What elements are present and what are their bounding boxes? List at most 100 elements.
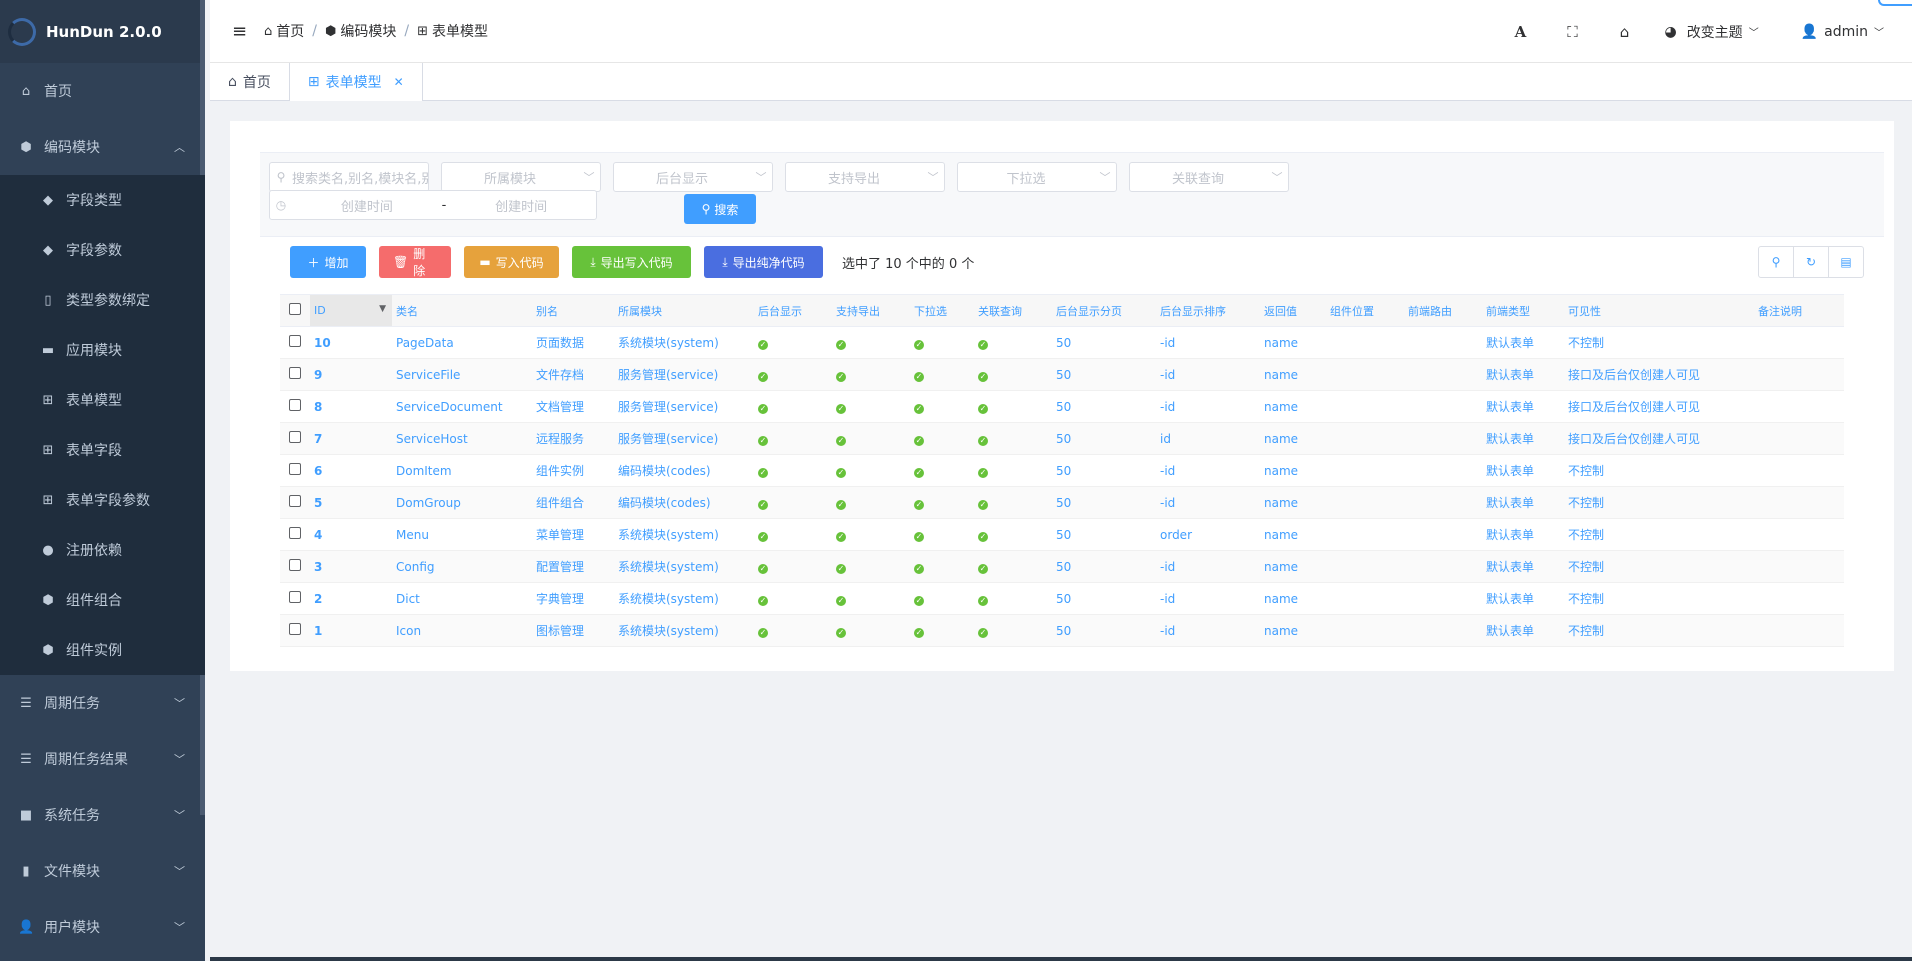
cell-alias[interactable]: 文档管理: [532, 390, 614, 423]
cell-id[interactable]: 5: [310, 486, 392, 519]
cell-page-size[interactable]: 50: [1052, 454, 1156, 487]
cell-page-size[interactable]: 50: [1052, 390, 1156, 423]
cell-page-size[interactable]: 50: [1052, 518, 1156, 551]
cell-ordering[interactable]: -id: [1156, 454, 1260, 487]
sidebar-item-form-models[interactable]: ⊞ 表单模型: [0, 375, 205, 425]
sidebar-item-periodic-tasks[interactable]: ☰ 周期任务 ﹀: [0, 675, 205, 731]
cell-ordering[interactable]: -id: [1156, 390, 1260, 423]
column-header[interactable]: 备注说明: [1754, 294, 1844, 327]
cell-module[interactable]: 编码模块(codes): [614, 486, 754, 519]
cell-class-name[interactable]: PageData: [392, 326, 532, 359]
column-header[interactable]: 别名: [532, 294, 614, 327]
hamburger-icon[interactable]: ≡: [232, 21, 248, 42]
export-pure-code-button[interactable]: ⤓ 导出纯净代码: [704, 246, 823, 278]
column-header[interactable]: 组件位置: [1326, 294, 1404, 327]
table-row[interactable]: 4 Menu 菜单管理 系统模块(system) ✓ ✓ ✓ ✓ 50 order name 默认表单…: [280, 518, 1844, 551]
column-header[interactable]: 类名: [392, 294, 532, 327]
home-icon[interactable]: ⌂: [1598, 23, 1650, 41]
fullscreen-icon[interactable]: ⛶: [1546, 23, 1598, 41]
sidebar-item-field-params[interactable]: ◆ 字段参数: [0, 225, 205, 275]
toggle-search-icon[interactable]: ⚲: [1758, 246, 1794, 278]
cell-class-name[interactable]: DomItem: [392, 454, 532, 487]
search-input[interactable]: ⚲ 搜索类名,别名,模块名,别名: [269, 162, 429, 192]
write-code-button[interactable]: ▬ 写入代码: [464, 246, 559, 278]
sidebar-item-field-types[interactable]: ◆ 字段类型: [0, 175, 205, 225]
cell-alias[interactable]: 图标管理: [532, 614, 614, 647]
sidebar-item-form-field-params[interactable]: ⊞ 表单字段参数: [0, 475, 205, 525]
cell-id[interactable]: 1: [310, 614, 392, 647]
column-header[interactable]: 前端路由: [1404, 294, 1482, 327]
cell-module[interactable]: 系统模块(system): [614, 614, 754, 647]
cell-id[interactable]: 7: [310, 422, 392, 455]
cell-page-size[interactable]: 50: [1052, 550, 1156, 583]
cell-class-name[interactable]: ServiceFile: [392, 358, 532, 391]
delete-button[interactable]: 🗑 删除: [379, 246, 451, 278]
table-row[interactable]: 2 Dict 字典管理 系统模块(system) ✓ ✓ ✓ ✓ 50 -id name 默认表单 不控…: [280, 582, 1844, 615]
dropdown-select[interactable]: 下拉选 ﹀: [957, 162, 1117, 192]
cell-alias[interactable]: 文件存档: [532, 358, 614, 391]
cell-visibility[interactable]: 接口及后台仅创建人可见: [1564, 390, 1754, 423]
sidebar-item-home[interactable]: ⌂ 首页: [0, 63, 205, 119]
cell-frontend-type[interactable]: 默认表单: [1482, 550, 1564, 583]
logo[interactable]: HunDun 2.0.0: [0, 0, 205, 63]
row-checkbox[interactable]: [280, 486, 310, 519]
cell-frontend-type[interactable]: 默认表单: [1482, 326, 1564, 359]
cell-frontend-type[interactable]: 默认表单: [1482, 518, 1564, 551]
sidebar-item-form-fields[interactable]: ⊞ 表单字段: [0, 425, 205, 475]
table-row[interactable]: 6 DomItem 组件实例 编码模块(codes) ✓ ✓ ✓ ✓ 50 -id name 默认表单…: [280, 454, 1844, 487]
cell-visibility[interactable]: 不控制: [1564, 486, 1754, 519]
row-checkbox[interactable]: [280, 358, 310, 391]
close-icon[interactable]: ✕: [394, 75, 404, 89]
sidebar-item-app-modules[interactable]: ▬ 应用模块: [0, 325, 205, 375]
cell-return-value[interactable]: name: [1260, 358, 1326, 391]
table-row[interactable]: 9 ServiceFile 文件存档 服务管理(service) ✓ ✓ ✓ ✓ 50 -id na…: [280, 358, 1844, 391]
cell-module[interactable]: 服务管理(service): [614, 358, 754, 391]
columns-icon[interactable]: ▤: [1828, 246, 1864, 278]
cell-frontend-type[interactable]: 默认表单: [1482, 422, 1564, 455]
search-button[interactable]: ⚲ 搜索: [684, 194, 756, 224]
cell-alias[interactable]: 页面数据: [532, 326, 614, 359]
cell-module[interactable]: 系统模块(system): [614, 326, 754, 359]
join-select[interactable]: 关联查询 ﹀: [1129, 162, 1289, 192]
cell-frontend-type[interactable]: 默认表单: [1482, 486, 1564, 519]
date-end[interactable]: 创建时间: [446, 196, 596, 215]
cell-module[interactable]: 系统模块(system): [614, 550, 754, 583]
column-header[interactable]: 返回值: [1260, 294, 1326, 327]
cell-visibility[interactable]: 接口及后台仅创建人可见: [1564, 358, 1754, 391]
sidebar-item-files[interactable]: ▮ 文件模块 ﹀: [0, 843, 205, 899]
cell-class-name[interactable]: ServiceDocument: [392, 390, 532, 423]
table-row[interactable]: 7 ServiceHost 远程服务 服务管理(service) ✓ ✓ ✓ ✓ 50 id nam…: [280, 422, 1844, 455]
cell-alias[interactable]: 组件组合: [532, 486, 614, 519]
sidebar-item-periodic-results[interactable]: ☰ 周期任务结果 ﹀: [0, 731, 205, 787]
column-header[interactable]: 关联查询: [974, 294, 1052, 327]
cell-class-name[interactable]: Icon: [392, 614, 532, 647]
tab-form-models[interactable]: ⊞ 表单模型 ✕: [289, 63, 423, 101]
cell-module[interactable]: 系统模块(system): [614, 518, 754, 551]
cell-return-value[interactable]: name: [1260, 550, 1326, 583]
column-header[interactable]: 所属模块: [614, 294, 754, 327]
cell-module[interactable]: 服务管理(service): [614, 390, 754, 423]
column-header[interactable]: 下拉选: [910, 294, 974, 327]
sidebar-item-system-tasks[interactable]: ■ 系统任务 ﹀: [0, 787, 205, 843]
table-row[interactable]: 8 ServiceDocument 文档管理 服务管理(service) ✓ ✓ ✓ ✓ 50-…: [280, 390, 1844, 423]
cell-class-name[interactable]: ServiceHost: [392, 422, 532, 455]
user-menu[interactable]: 👤 admin ﹀: [1801, 24, 1884, 40]
sidebar-item-dom-groups[interactable]: ⬢ 组件组合: [0, 575, 205, 625]
select-all-checkbox[interactable]: [280, 294, 310, 327]
cell-visibility[interactable]: 不控制: [1564, 550, 1754, 583]
row-checkbox[interactable]: [280, 326, 310, 359]
cell-alias[interactable]: 菜单管理: [532, 518, 614, 551]
cell-page-size[interactable]: 50: [1052, 582, 1156, 615]
created-date-range[interactable]: ◷ 创建时间 - 创建时间: [269, 190, 597, 220]
sidebar-item-type-param-binding[interactable]: ▯ 类型参数绑定: [0, 275, 205, 325]
row-checkbox[interactable]: [280, 518, 310, 551]
cell-page-size[interactable]: 50: [1052, 358, 1156, 391]
cell-id[interactable]: 2: [310, 582, 392, 615]
cell-alias[interactable]: 配置管理: [532, 550, 614, 583]
cell-frontend-type[interactable]: 默认表单: [1482, 454, 1564, 487]
row-checkbox[interactable]: [280, 582, 310, 615]
cell-ordering[interactable]: -id: [1156, 550, 1260, 583]
cell-class-name[interactable]: Dict: [392, 582, 532, 615]
cell-visibility[interactable]: 不控制: [1564, 326, 1754, 359]
cell-ordering[interactable]: id: [1156, 422, 1260, 455]
